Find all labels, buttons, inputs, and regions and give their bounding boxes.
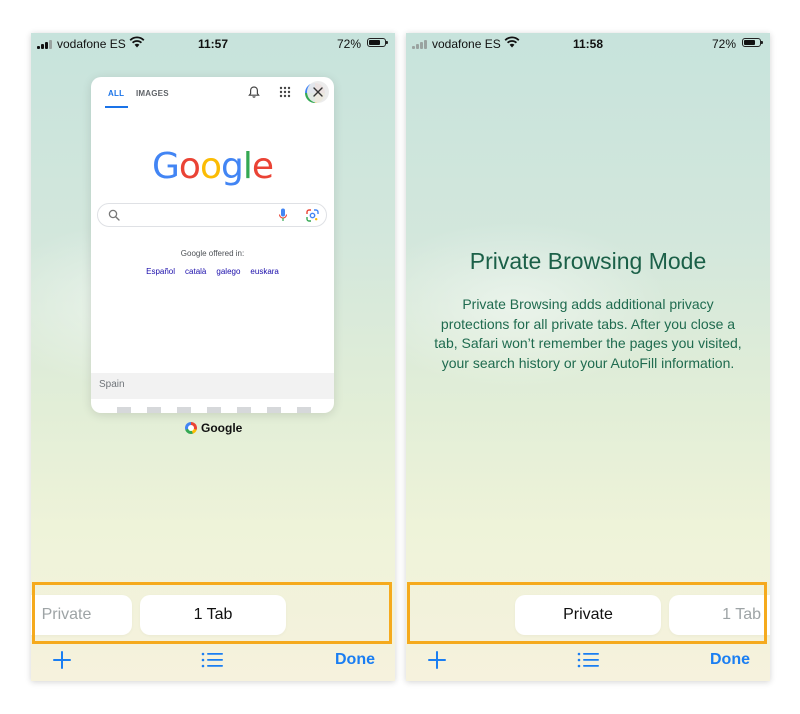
battery-icon [367,38,388,47]
new-tab-button[interactable] [53,651,71,669]
google-lens-icon[interactable] [306,209,319,222]
google-logo: Google [152,146,274,187]
private-browsing-screen: vodafone ES 11:58 72% Private Browsing M… [406,33,770,681]
active-tab-underline [105,106,128,108]
language-link[interactable]: Español [146,267,175,276]
google-tab-all[interactable]: ALL [108,89,124,98]
close-tab-button[interactable] [307,81,329,103]
bottom-toolbar: Done [31,645,395,681]
private-browsing-title: Private Browsing Mode [469,248,707,274]
tab-overview-screen: vodafone ES 11:57 72% ALL IMAGES Google … [31,33,395,681]
status-bar: vodafone ES 11:57 72% [31,33,395,55]
country-footer: Spain [91,373,334,399]
tab-list-icon[interactable] [201,652,223,668]
apps-grid-icon[interactable] [279,86,291,98]
google-search-box[interactable] [97,203,327,227]
new-tab-button[interactable] [428,651,446,669]
battery-percentage: 72% [711,37,736,51]
battery-level [744,40,755,45]
bell-icon[interactable] [247,85,261,99]
bottom-toolbar: Done [406,645,770,681]
done-button[interactable]: Done [335,651,375,669]
close-icon [313,87,323,97]
footer-links [117,407,322,413]
country-label: Spain [99,379,125,390]
status-bar: vodafone ES 11:58 72% [406,33,770,55]
language-link[interactable]: galego [216,267,240,276]
language-link[interactable]: euskara [250,267,278,276]
tab-list-icon[interactable] [577,652,599,668]
battery-icon [742,38,763,47]
search-icon [108,209,120,221]
highlight-frame [32,582,392,644]
private-browsing-description: Private Browsing adds additional privacy… [434,296,742,371]
language-links: Español català galego euskara [91,267,334,276]
done-button[interactable]: Done [710,651,750,669]
offered-in-text: Google offered in: [180,249,245,258]
battery-level [369,40,380,45]
google-favicon-icon [185,422,197,434]
language-link[interactable]: català [185,267,206,276]
google-tab-images[interactable]: IMAGES [136,89,169,98]
google-tab-card[interactable]: ALL IMAGES Google Google offered in: Esp… [91,77,334,413]
battery-percentage: 72% [336,37,361,51]
highlight-frame [407,582,767,644]
microphone-icon[interactable] [278,208,288,223]
tab-title: Google [201,421,243,435]
